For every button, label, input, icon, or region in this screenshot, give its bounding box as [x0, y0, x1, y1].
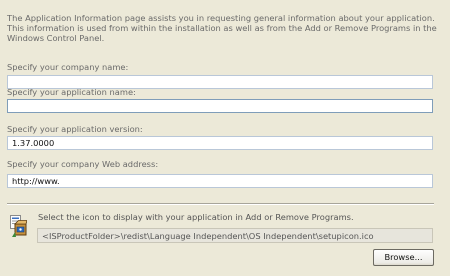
- icon-path-field: <ISProductFolder>\redist\Language Indepe…: [37, 228, 433, 243]
- application-version-field[interactable]: 1.37.0000: [7, 136, 433, 150]
- application-version-label: Specify your application version:: [7, 124, 143, 134]
- application-name-label: Specify your application name:: [7, 87, 136, 97]
- section-divider: [7, 203, 434, 205]
- intro-text: The Application Information page assists…: [7, 13, 437, 43]
- company-name-label: Specify your company name:: [7, 62, 129, 72]
- application-name-field[interactable]: [7, 99, 433, 113]
- icon-instruction-label: Select the icon to display with your app…: [38, 212, 354, 222]
- company-web-label: Specify your company Web address:: [7, 159, 159, 169]
- browse-button[interactable]: Browse...: [373, 249, 434, 266]
- setup-installer-icon[interactable]: [9, 214, 28, 238]
- company-web-field[interactable]: http://www.: [7, 174, 433, 188]
